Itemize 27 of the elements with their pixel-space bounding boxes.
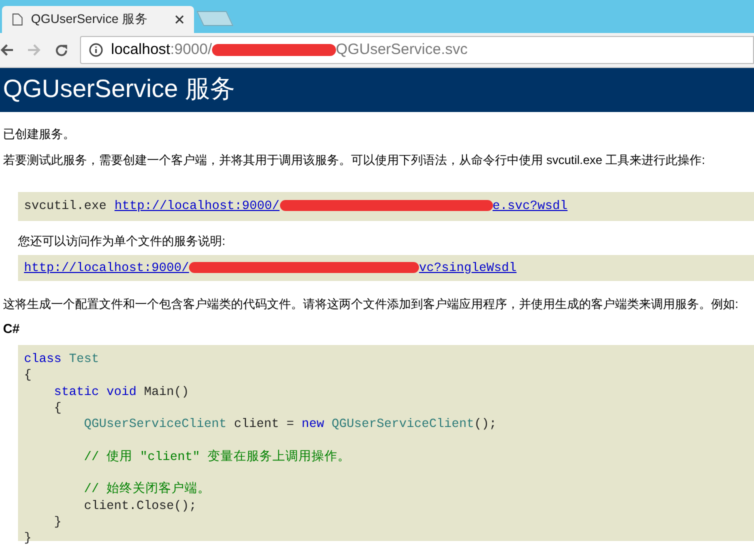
explanation-text: 这将生成一个配置文件和一个包含客户端类的代码文件。请将这两个文件添加到客户端应用程序，并使用生成的客户端类来调用服务。例如: [3, 296, 738, 312]
note-text: 您还可以访问作为单个文件的服务说明: [18, 233, 226, 249]
close-icon[interactable] [175, 15, 184, 24]
code-line: class Test [24, 351, 100, 368]
status-text: 已创建服务。 [3, 126, 75, 142]
code-line: // 使用 "client" 变量在服务上调用操作。 [83, 448, 351, 466]
code-line: client.Close(); [83, 498, 197, 514]
code-line: { [24, 367, 32, 384]
code-line: static void Main() [53, 384, 190, 400]
wsdl-link[interactable]: http://localhost:9000/ e.svc?wsdl [114, 197, 568, 216]
code-line: } [24, 530, 32, 545]
browser-tab[interactable]: QGUserService 服务 [2, 6, 194, 33]
page-icon [12, 13, 23, 26]
reload-icon[interactable] [54, 42, 69, 58]
back-icon[interactable] [0, 43, 14, 57]
info-icon[interactable] [89, 43, 103, 57]
language-heading: C# [3, 321, 20, 337]
wsdl-link[interactable]: http://localhost:9000/ vc?singleWsdl [24, 258, 517, 278]
code-line: // 始终关闭客户端。 [83, 481, 211, 498]
code-line: } [53, 514, 62, 530]
address-bar[interactable]: localhost:9000/ QGUserService.svc [80, 36, 754, 64]
page-title: QGUserService 服务 [3, 74, 235, 106]
instruction-text: 若要测试此服务，需要创建一个客户端，并将其用于调用该服务。可以使用下列语法，从命令行中使用 svcutil.exe 工具来进行此操作: [3, 152, 706, 168]
command-text: svcutil.exe [24, 198, 107, 216]
code-line: { [53, 400, 62, 416]
url-text: localhost:9000/ QGUserService.svc [111, 40, 468, 60]
code-line: QGUserServiceClient client = new QGUserServiceClient(); [83, 416, 497, 432]
